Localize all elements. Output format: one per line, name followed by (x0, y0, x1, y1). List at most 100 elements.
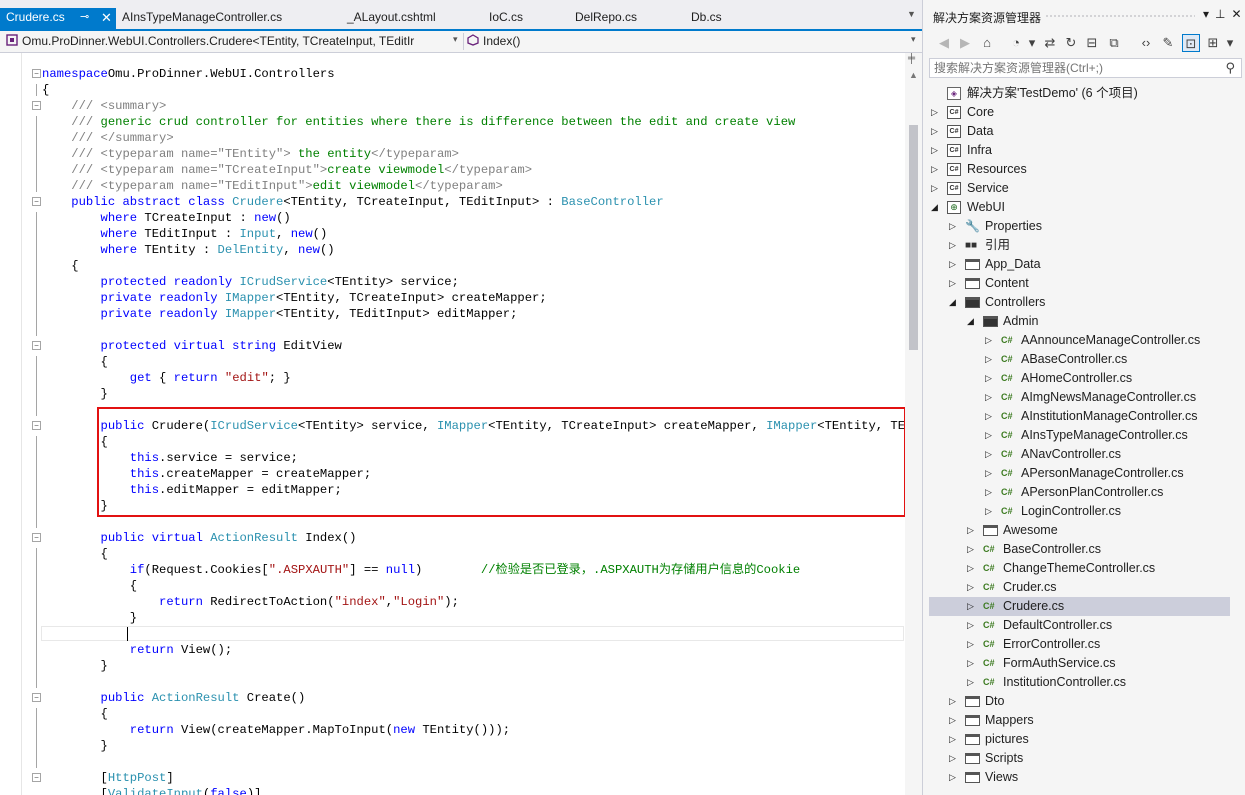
tree-item-file[interactable]: ▷ C# AInsTypeManageController.cs (929, 426, 1230, 445)
collapsed-arrow-icon[interactable]: ▷ (985, 502, 995, 521)
collapsed-arrow-icon[interactable]: ▷ (931, 103, 941, 122)
tree-item-file[interactable]: ▷ C# LoginController.cs (929, 502, 1230, 521)
code-line[interactable]: return RedirectToAction("index","Login")… (42, 594, 922, 610)
collapse-region-icon[interactable]: − (32, 101, 41, 110)
code-line[interactable]: { (42, 578, 922, 594)
tree-item-file[interactable]: ▷ C# APersonPlanController.cs (929, 483, 1230, 502)
tree-item-solution[interactable]: ◈ 解决方案'TestDemo' (6 个项目) (929, 84, 1230, 103)
tree-item-project[interactable]: ▷ C# Infra (929, 141, 1230, 160)
code-line[interactable]: { (42, 546, 922, 562)
tab-alayout[interactable]: _ALayout.cshtml (347, 8, 436, 29)
tree-item-folder[interactable]: ▷ Mappers (929, 711, 1230, 730)
tree-item-project[interactable]: ▷ C# Service (929, 179, 1230, 198)
code-line[interactable] (42, 322, 922, 338)
tree-item-folder[interactable]: ▷ Content (929, 274, 1230, 293)
code-line[interactable]: /// <summary> (42, 98, 922, 114)
code-line[interactable]: } (42, 738, 922, 754)
code-editor[interactable]: namespaceOmu.ProDinner.WebUI.Controllers… (0, 53, 922, 795)
code-line[interactable]: where TCreateInput : new() (42, 210, 922, 226)
tree-item-file[interactable]: ▷ C# Cruder.cs (929, 578, 1230, 597)
tab-ioc[interactable]: IoC.cs (489, 8, 523, 29)
expanded-arrow-icon[interactable]: ◢ (967, 312, 977, 331)
collapse-region-icon[interactable]: − (32, 421, 41, 430)
tree-item-file[interactable]: ▷ C# BaseController.cs (929, 540, 1230, 559)
tree-item-file[interactable]: ▷ C# ErrorController.cs (929, 635, 1230, 654)
tree-item-file[interactable]: ▷ C# AAnnounceManageController.cs (929, 331, 1230, 350)
collapsed-arrow-icon[interactable]: ▷ (967, 635, 977, 654)
collapsed-arrow-icon[interactable]: ▷ (985, 369, 995, 388)
tree-item-file[interactable]: ▷ C# AHomeController.cs (929, 369, 1230, 388)
code-line[interactable]: this.editMapper = editMapper; (42, 482, 922, 498)
code-line[interactable]: [HttpPost] (42, 770, 922, 786)
collapse-region-icon[interactable]: − (32, 341, 41, 350)
chevron-down-icon[interactable]: ▾ (1023, 34, 1041, 52)
code-line[interactable]: public abstract class Crudere<TEntity, T… (42, 194, 922, 210)
code-line[interactable]: /// <typeparam name="TEntity"> the entit… (42, 146, 922, 162)
code-line[interactable]: { (42, 354, 922, 370)
refresh-icon[interactable]: ↻ (1062, 34, 1080, 52)
collapsed-arrow-icon[interactable]: ▷ (949, 768, 959, 787)
collapsed-arrow-icon[interactable]: ▷ (985, 350, 995, 369)
editor-vertical-scrollbar[interactable]: ╪ ▲ (905, 53, 922, 795)
collapsed-arrow-icon[interactable]: ▷ (967, 597, 977, 616)
code-line[interactable]: if(Request.Cookies[".ASPXAUTH"] == null)… (42, 562, 922, 578)
collapsed-arrow-icon[interactable]: ▷ (949, 711, 959, 730)
search-icon[interactable]: ⚲ (1225, 60, 1235, 76)
code-line[interactable]: { (42, 258, 922, 274)
code-line[interactable]: { (42, 434, 922, 450)
code-line[interactable]: } (42, 386, 922, 402)
code-line[interactable]: /// generic crud controller for entities… (42, 114, 922, 130)
solution-search-box[interactable]: ⚲ (929, 58, 1242, 78)
expanded-arrow-icon[interactable]: ◢ (949, 293, 959, 312)
collapsed-arrow-icon[interactable]: ▷ (985, 483, 995, 502)
code-line[interactable]: { (42, 706, 922, 722)
show-all-files-icon[interactable]: ⧉ (1105, 34, 1123, 52)
collapsed-arrow-icon[interactable]: ▷ (949, 255, 959, 274)
tree-item-folder-admin[interactable]: ◢ Admin (929, 312, 1230, 331)
code-line[interactable]: namespaceOmu.ProDinner.WebUI.Controllers (42, 66, 922, 82)
tree-item-file[interactable]: ▷ C# ChangeThemeController.cs (929, 559, 1230, 578)
tree-item-file[interactable]: ▷ C# Crudere.cs (929, 597, 1230, 616)
collapsed-arrow-icon[interactable]: ▷ (967, 654, 977, 673)
tree-item-folder[interactable]: ▷ Scripts (929, 749, 1230, 768)
code-line[interactable]: public virtual ActionResult Index() (42, 530, 922, 546)
expanded-arrow-icon[interactable]: ◢ (931, 198, 941, 217)
window-position-icon[interactable]: ▾ (1203, 7, 1209, 21)
collapsed-arrow-icon[interactable]: ▷ (985, 331, 995, 350)
code-line[interactable] (42, 674, 922, 690)
collapse-region-icon[interactable]: − (32, 693, 41, 702)
collapsed-arrow-icon[interactable]: ▷ (967, 559, 977, 578)
tab-ainstypemanagecontroller[interactable]: AInsTypeManageController.cs (122, 8, 282, 29)
properties-icon[interactable]: ✎ (1159, 34, 1177, 52)
code-line[interactable] (42, 754, 922, 770)
collapsed-arrow-icon[interactable]: ▷ (985, 426, 995, 445)
code-line[interactable]: /// <typeparam name="TEditInput">edit vi… (42, 178, 922, 194)
collapsed-arrow-icon[interactable]: ▷ (949, 236, 959, 255)
collapse-region-icon[interactable]: − (32, 533, 41, 542)
preview-selected-items-icon[interactable]: ⊡ (1182, 34, 1200, 52)
collapsed-arrow-icon[interactable]: ▷ (931, 141, 941, 160)
code-line[interactable]: this.createMapper = createMapper; (42, 466, 922, 482)
collapsed-arrow-icon[interactable]: ▷ (931, 179, 941, 198)
tree-item-project[interactable]: ▷ C# Resources (929, 160, 1230, 179)
tree-item-file[interactable]: ▷ C# APersonManageController.cs (929, 464, 1230, 483)
code-line[interactable]: this.service = service; (42, 450, 922, 466)
view-code-icon[interactable]: ‹› (1137, 34, 1155, 52)
code-line[interactable]: get { return "edit"; } (42, 370, 922, 386)
collapsed-arrow-icon[interactable]: ▷ (967, 540, 977, 559)
sync-with-document-icon[interactable]: ⇄ (1041, 34, 1059, 52)
tree-item-file[interactable]: ▷ C# InstitutionController.cs (929, 673, 1230, 692)
chevron-down-icon[interactable]: ▾ (911, 34, 916, 45)
code-line[interactable]: } (42, 498, 922, 514)
tab-db[interactable]: Db.cs (691, 8, 722, 29)
code-text[interactable]: namespaceOmu.ProDinner.WebUI.Controllers… (42, 66, 922, 795)
tab-overflow-dropdown-icon[interactable]: ▼ (907, 9, 916, 19)
chevron-down-icon[interactable]: ▾ (453, 34, 458, 45)
code-line[interactable]: private readonly IMapper<TEntity, TCreat… (42, 290, 922, 306)
tree-item-folder-controllers[interactable]: ◢ Controllers (929, 293, 1230, 312)
collapsed-arrow-icon[interactable]: ▷ (967, 616, 977, 635)
collapsed-arrow-icon[interactable]: ▷ (967, 521, 977, 540)
splitter-icon[interactable]: ╪ (908, 53, 915, 64)
home-icon[interactable]: ⌂ (978, 34, 996, 52)
member-dropdown[interactable]: Index() (467, 31, 907, 52)
